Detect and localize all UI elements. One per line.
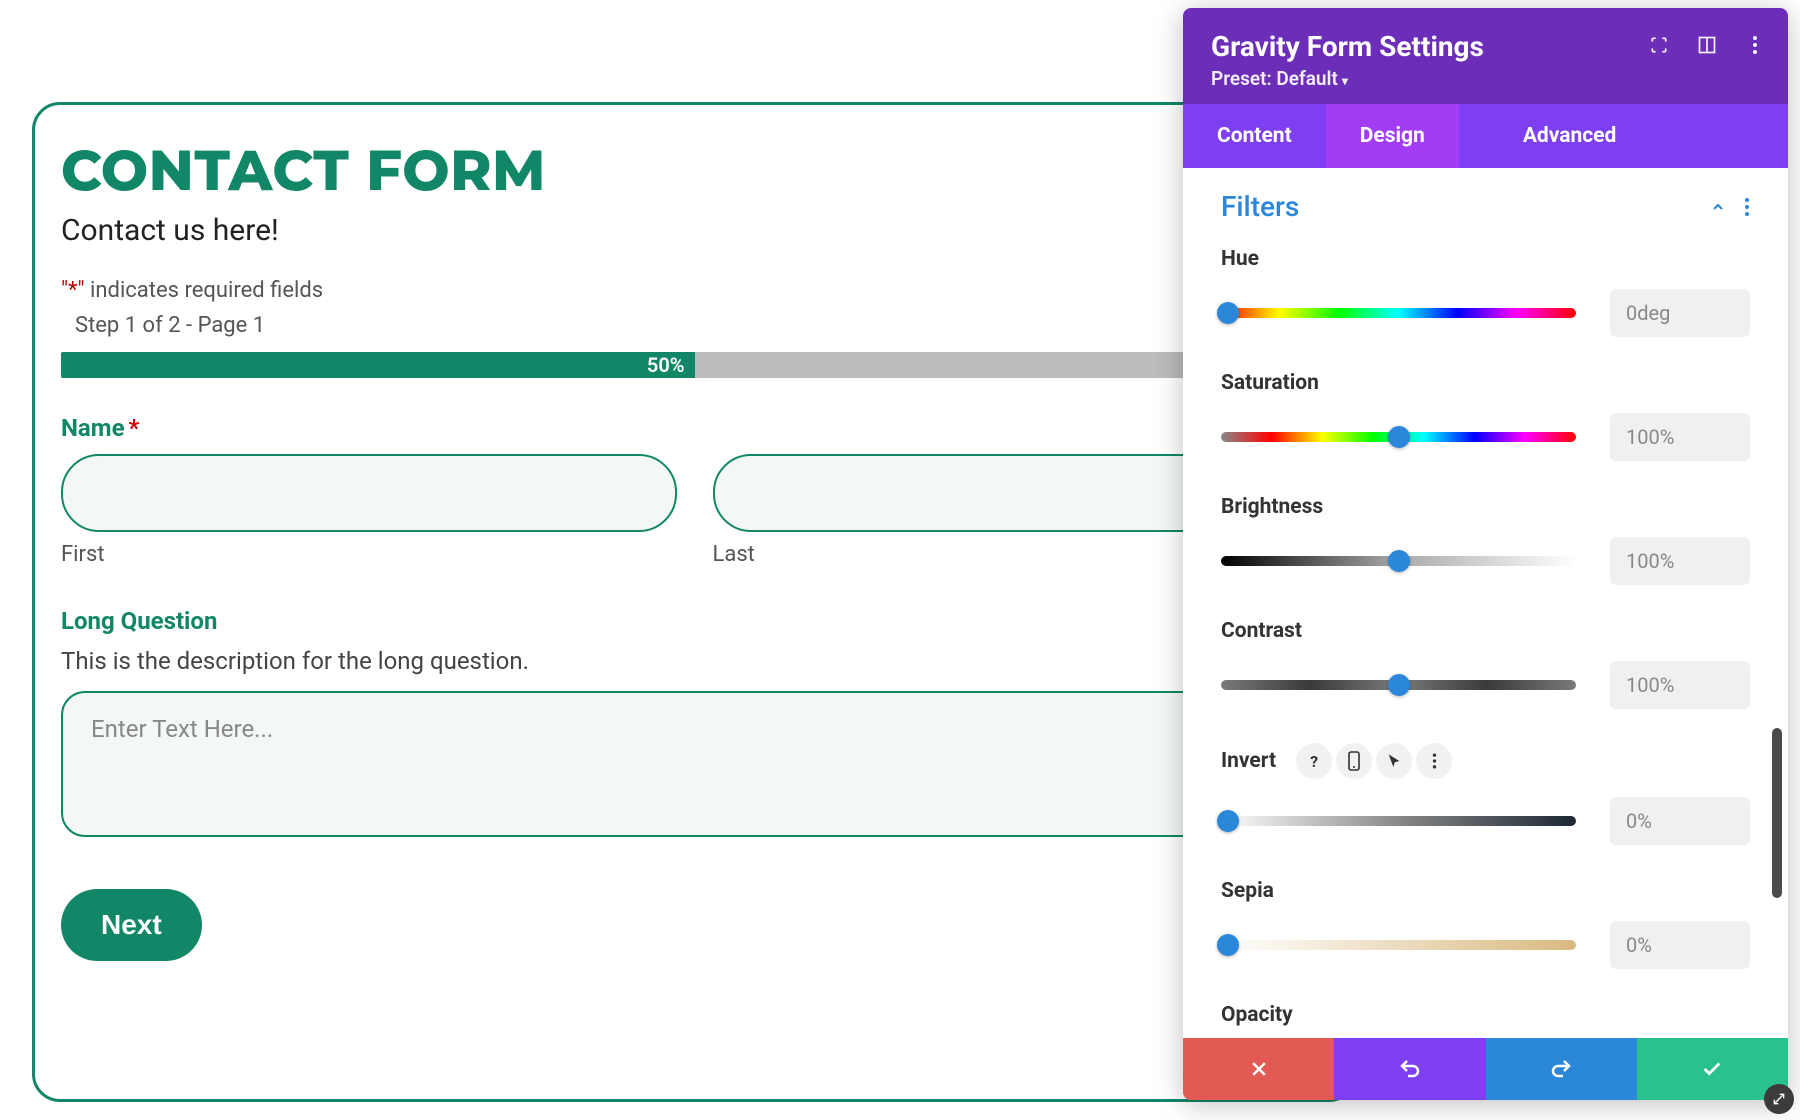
expand-icon[interactable] — [1648, 34, 1670, 56]
contrast-slider-thumb[interactable] — [1388, 674, 1410, 696]
redo-button[interactable] — [1486, 1038, 1637, 1100]
panel-tabs: Content Design Advanced — [1183, 104, 1788, 168]
form-subtitle: Contact us here! — [61, 213, 1328, 248]
filter-hue: Hue 0deg — [1221, 247, 1750, 337]
saturation-slider[interactable] — [1221, 432, 1576, 442]
saturation-label: Saturation — [1221, 371, 1750, 395]
hover-icon[interactable] — [1376, 743, 1412, 779]
sepia-slider[interactable] — [1221, 940, 1576, 950]
panel-header: Gravity Form Settings Preset: Default▾ — [1183, 8, 1788, 104]
brightness-value[interactable]: 100% — [1610, 537, 1750, 585]
panel-body: Filters Hue 0deg Saturation — [1183, 168, 1788, 1038]
hue-slider[interactable] — [1221, 308, 1576, 318]
first-name-sublabel: First — [61, 542, 677, 567]
collapse-icon[interactable] — [1710, 199, 1726, 215]
contrast-value[interactable]: 100% — [1610, 661, 1750, 709]
contrast-slider[interactable] — [1221, 680, 1576, 690]
progress-fill: 50% — [61, 352, 695, 378]
filter-opacity: Opacity — [1221, 1003, 1750, 1027]
brightness-slider-thumb[interactable] — [1388, 550, 1410, 572]
invert-value[interactable]: 0% — [1610, 797, 1750, 845]
preset-dropdown[interactable]: Preset: Default▾ — [1211, 67, 1760, 90]
sepia-slider-thumb[interactable] — [1217, 934, 1239, 956]
resize-handle[interactable] — [1764, 1084, 1794, 1114]
filter-contrast: Contrast 100% — [1221, 619, 1750, 709]
invert-slider[interactable] — [1221, 816, 1576, 826]
brightness-label: Brightness — [1221, 495, 1750, 519]
name-field-label: Name* — [61, 414, 1328, 442]
hue-slider-thumb[interactable] — [1217, 302, 1239, 324]
layout-icon[interactable] — [1696, 34, 1718, 56]
sepia-value[interactable]: 0% — [1610, 921, 1750, 969]
settings-panel: Gravity Form Settings Preset: Default▾ C… — [1183, 8, 1788, 1100]
first-name-input[interactable] — [61, 454, 677, 532]
long-question-description: This is the description for the long que… — [61, 647, 1328, 675]
filter-saturation: Saturation 100% — [1221, 371, 1750, 461]
filter-sepia: Sepia 0% — [1221, 879, 1750, 969]
section-more-icon[interactable] — [1744, 197, 1750, 217]
sepia-label: Sepia — [1221, 879, 1750, 903]
saturation-slider-thumb[interactable] — [1388, 426, 1410, 448]
long-question-textarea[interactable] — [61, 691, 1328, 837]
section-filters-title: Filters — [1221, 190, 1299, 223]
tab-design[interactable]: Design — [1326, 104, 1459, 168]
cancel-button[interactable] — [1183, 1038, 1334, 1100]
more-icon[interactable] — [1744, 34, 1766, 56]
panel-scrollbar[interactable] — [1772, 728, 1782, 898]
form-title: CONTACT FORM — [61, 137, 1328, 205]
saturation-value[interactable]: 100% — [1610, 413, 1750, 461]
help-icon[interactable]: ? — [1296, 743, 1332, 779]
progress-bar: 50% — [61, 352, 1328, 378]
mobile-icon[interactable] — [1336, 743, 1372, 779]
invert-slider-thumb[interactable] — [1217, 810, 1239, 832]
step-indicator: Step 1 of 2 - Page 1 — [75, 313, 1328, 338]
long-question-label: Long Question — [61, 607, 1328, 635]
hue-label: Hue — [1221, 247, 1750, 271]
opacity-label: Opacity — [1221, 1003, 1750, 1027]
panel-footer — [1183, 1038, 1788, 1100]
required-fields-note: "*" indicates required fields — [61, 278, 1328, 303]
filter-brightness: Brightness 100% — [1221, 495, 1750, 585]
contact-form-container: CONTACT FORM Contact us here! "*" indica… — [32, 102, 1357, 1102]
tab-advanced[interactable]: Advanced — [1489, 104, 1651, 168]
brightness-slider[interactable] — [1221, 556, 1576, 566]
hue-value[interactable]: 0deg — [1610, 289, 1750, 337]
invert-label: Invert ? — [1221, 743, 1750, 779]
filter-invert: Invert ? 0% — [1221, 743, 1750, 845]
tab-content[interactable]: Content — [1183, 104, 1326, 168]
next-button[interactable]: Next — [61, 889, 202, 961]
invert-more-icon[interactable] — [1416, 743, 1452, 779]
contrast-label: Contrast — [1221, 619, 1750, 643]
undo-button[interactable] — [1334, 1038, 1485, 1100]
